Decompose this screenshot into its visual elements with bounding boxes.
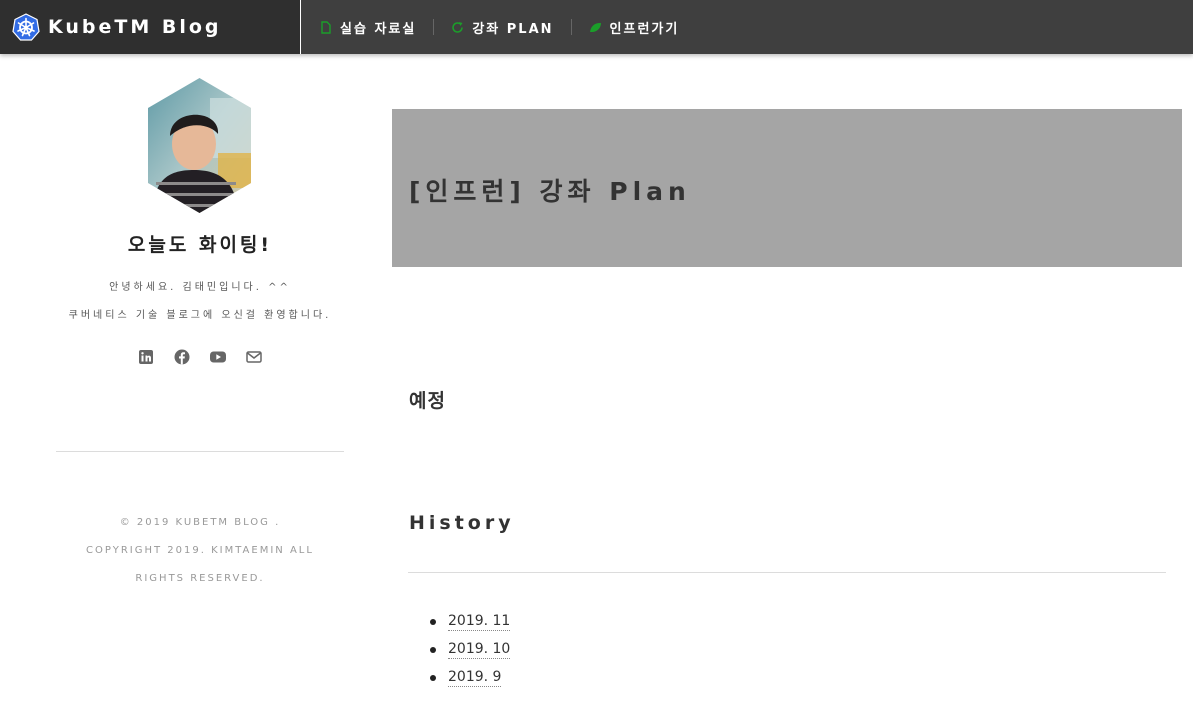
top-navbar: KubeTM Blog 실습 자료실 강좌 PLAN 인프런가기 — [0, 0, 1193, 54]
nav-item-inflearn[interactable]: 인프런가기 — [570, 19, 697, 37]
main-nav: 실습 자료실 강좌 PLAN 인프런가기 — [302, 0, 696, 54]
post-hero-banner: [인프런] 강좌 Plan — [392, 109, 1182, 267]
avatar — [148, 78, 251, 213]
history-link[interactable]: 2019. 11 — [448, 613, 511, 631]
social-links — [0, 348, 400, 366]
nav-item-course-plan[interactable]: 강좌 PLAN — [433, 19, 570, 37]
facebook-icon[interactable] — [173, 348, 191, 366]
file-icon — [321, 20, 331, 34]
bullet — [430, 619, 436, 625]
sidebar-footer-line: COPYRIGHT 2019. KIMTAEMIN ALL — [86, 545, 314, 556]
refresh-icon — [452, 21, 464, 33]
nav-item-label: 실습 자료실 — [340, 21, 417, 37]
page-title: [인프런] 강좌 Plan — [409, 177, 691, 206]
leaf-icon — [589, 22, 601, 32]
list-item: 2019. 11 — [430, 608, 511, 636]
sidebar-bio-line: 안녕하세요. 김태민입니다. ^^ — [109, 282, 291, 293]
youtube-icon[interactable] — [209, 348, 227, 366]
bullet — [430, 675, 436, 681]
history-list: 2019. 11 2019. 10 2019. 9 — [430, 608, 511, 692]
list-item: 2019. 9 — [430, 664, 510, 692]
nav-item-label: 강좌 PLAN — [472, 21, 554, 37]
brand-title: KubeTM Blog — [48, 16, 222, 38]
bullet — [430, 647, 436, 653]
sidebar-footer-line: RIGHTS RESERVED. — [135, 573, 265, 584]
history-link[interactable]: 2019. 10 — [448, 641, 511, 659]
sidebar-divider — [56, 451, 344, 452]
list-item: 2019. 10 — [430, 636, 511, 664]
history-link[interactable]: 2019. 9 — [448, 669, 502, 687]
sidebar-tagline: 오늘도 화이팅! — [127, 234, 273, 256]
brand-link[interactable]: KubeTM Blog — [0, 0, 301, 54]
content-divider — [408, 572, 1166, 573]
kubernetes-logo-icon — [12, 13, 40, 41]
email-icon[interactable] — [245, 348, 263, 366]
section-heading-history: History — [409, 512, 515, 534]
nav-item-practice-materials[interactable]: 실습 자료실 — [302, 19, 433, 37]
section-heading-planned: 예정 — [409, 390, 446, 412]
nav-item-label: 인프런가기 — [609, 21, 680, 37]
sidebar-bio-line: 쿠버네티스 기술 블로그에 오신걸 환영합니다. — [68, 310, 332, 321]
sidebar-footer-line: © 2019 KUBETM BLOG . — [119, 517, 281, 528]
sidebar: 오늘도 화이팅! 안녕하세요. 김태민입니다. ^^ 쿠버네티스 기술 블로그에… — [0, 54, 400, 712]
linkedin-icon[interactable] — [137, 348, 155, 366]
